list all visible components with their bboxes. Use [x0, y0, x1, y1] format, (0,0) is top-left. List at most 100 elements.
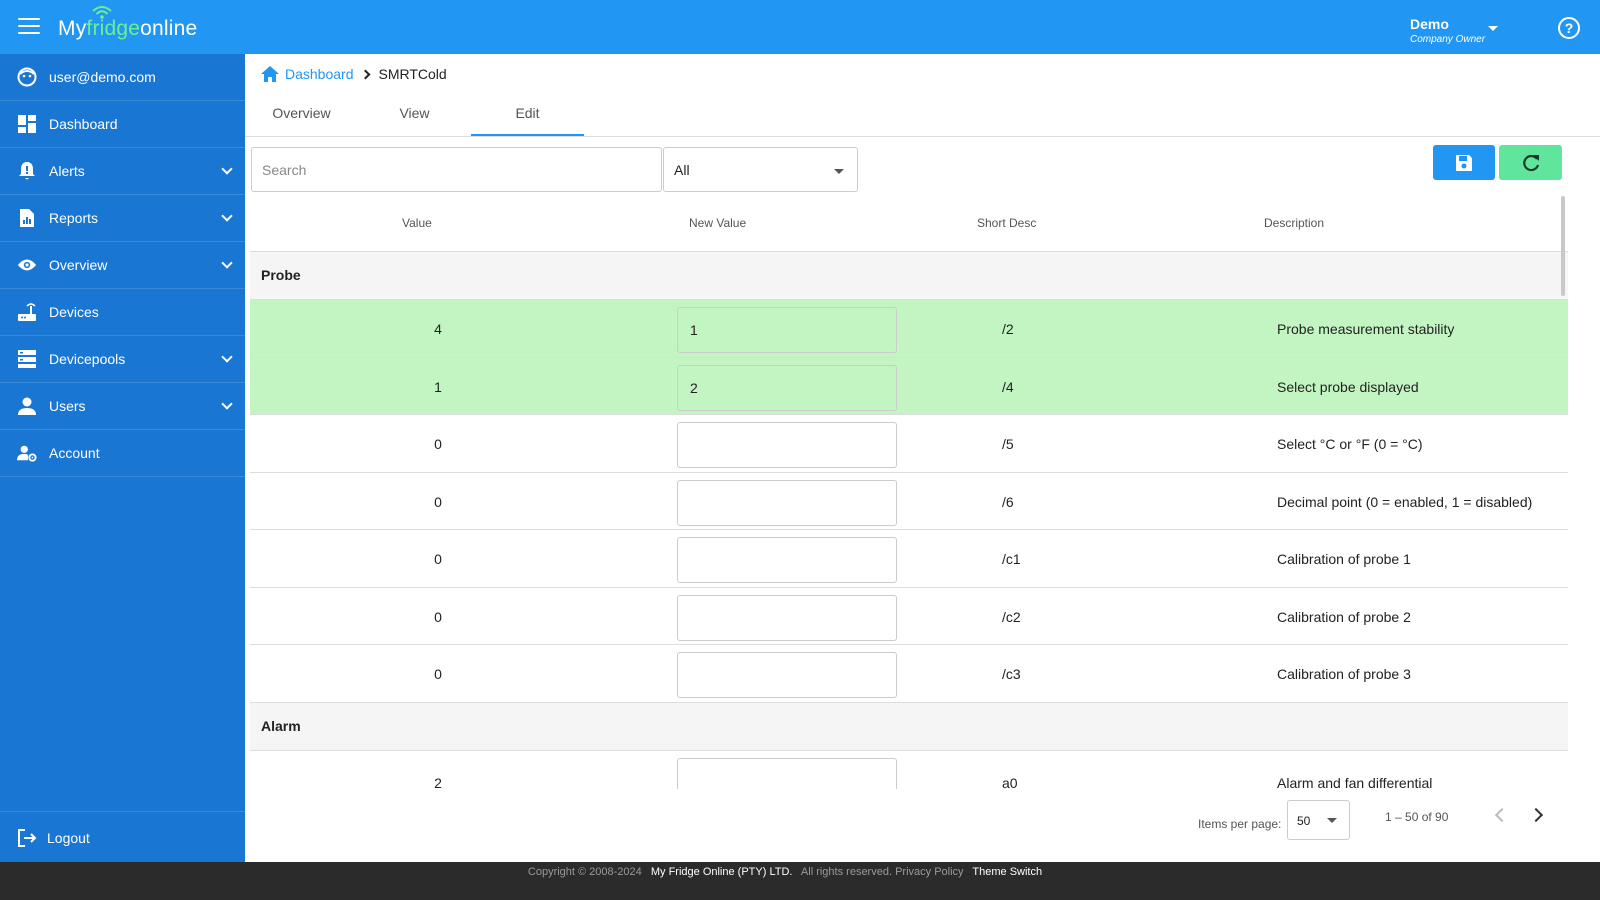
cell-description: Calibration of probe 2: [1277, 608, 1411, 625]
save-button[interactable]: [1433, 145, 1495, 180]
main-content: Dashboard SMRTCold Overview View Edit Al…: [245, 54, 1600, 862]
cell-description: Decimal point (0 = enabled, 1 = disabled…: [1277, 493, 1533, 510]
chevron-down-icon[interactable]: [221, 257, 233, 269]
cell-short-desc: /c3: [1002, 666, 1021, 682]
sidebar-item-alerts[interactable]: Alerts: [0, 148, 245, 195]
router-icon: [17, 302, 37, 322]
refresh-button[interactable]: [1499, 145, 1562, 180]
cell-value: 0: [434, 436, 442, 452]
logo-text-my: My: [58, 17, 87, 40]
sidebar-item-user[interactable]: user@demo.com: [0, 54, 245, 101]
bell-alert-icon: [17, 161, 37, 181]
sidebar: user@demo.com Dashboard Alerts Reports O…: [0, 54, 245, 880]
cell-description: Calibration of probe 1: [1277, 551, 1411, 567]
save-icon: [1456, 154, 1472, 171]
sidebar-item-dashboard[interactable]: Dashboard: [0, 101, 245, 148]
home-icon[interactable]: [261, 66, 279, 82]
paginator: Items per page: 50 1 – 50 of 90: [245, 796, 1600, 842]
previous-page-icon[interactable]: [1494, 807, 1510, 823]
footer-theme-switch[interactable]: Theme Switch: [972, 866, 1042, 878]
cell-description: Select probe displayed: [1277, 378, 1419, 395]
report-icon: [17, 208, 37, 228]
sidebar-item-reports[interactable]: Reports: [0, 195, 245, 242]
cell-description: Select °C or °F (0 = °C): [1277, 436, 1423, 452]
items-per-page-select[interactable]: 50: [1287, 800, 1350, 840]
cell-short-desc: /4: [1002, 378, 1014, 395]
cell-description: Alarm and fan differential: [1277, 774, 1433, 790]
items-per-page-value: 50: [1297, 814, 1311, 828]
group-row-alarm: Alarm: [250, 702, 1568, 751]
column-header-value[interactable]: Value: [402, 216, 432, 230]
sidebar-item-label: Account: [49, 445, 100, 461]
dashboard-icon: [17, 114, 37, 134]
next-page-icon[interactable]: [1528, 807, 1544, 823]
new-value-input[interactable]: [677, 422, 897, 468]
cell-short-desc: /c1: [1002, 551, 1021, 567]
footer-privacy-link[interactable]: Privacy Policy: [895, 866, 963, 878]
sidebar-item-label: Devicepools: [49, 351, 126, 367]
cell-description: Probe measurement stability: [1277, 321, 1455, 337]
breadcrumb-dashboard-link[interactable]: Dashboard: [285, 66, 354, 82]
new-value-input[interactable]: [677, 364, 897, 411]
footer-copyright: Copyright © 2008-2024: [527, 866, 642, 878]
cell-value: 4: [434, 321, 442, 337]
cell-value: 0: [434, 493, 442, 510]
tab-bar: Overview View Edit: [245, 90, 1600, 137]
chevron-down-icon[interactable]: [221, 351, 233, 363]
search-input[interactable]: [251, 147, 662, 192]
chevron-down-icon[interactable]: [221, 398, 233, 410]
top-app-bar: Myfridgeonline Demo Company Owner ?: [0, 0, 1600, 54]
table-scrollbar[interactable]: [1561, 196, 1565, 296]
sidebar-item-devices[interactable]: Devices: [0, 289, 245, 336]
new-value-input[interactable]: [677, 652, 897, 698]
help-icon[interactable]: ?: [1558, 17, 1580, 39]
column-header-description[interactable]: Description: [1264, 216, 1324, 230]
account-settings-icon: [17, 443, 37, 463]
sidebar-item-devicepools[interactable]: Devicepools: [0, 336, 245, 383]
sidebar-item-users[interactable]: Users: [0, 383, 245, 430]
column-header-new-value[interactable]: New Value: [689, 216, 746, 230]
eye-icon: [17, 255, 37, 275]
filter-selected-value: All: [674, 162, 690, 178]
logout-button[interactable]: Logout: [0, 811, 245, 863]
filter-select[interactable]: All: [663, 147, 858, 192]
cell-value: 0: [434, 608, 442, 625]
table-row: 0 /6 Decimal point (0 = enabled, 1 = dis…: [250, 473, 1568, 530]
table-header: Value New Value Short Desc Description: [250, 196, 1568, 252]
new-value-input[interactable]: [677, 307, 897, 353]
new-value-input[interactable]: [677, 594, 897, 641]
cell-short-desc: a0: [1002, 774, 1018, 790]
cell-value: 1: [434, 378, 442, 395]
chevron-right-icon: [360, 69, 370, 79]
tab-edit[interactable]: Edit: [471, 90, 584, 136]
tab-overview[interactable]: Overview: [245, 90, 358, 136]
logout-label: Logout: [47, 829, 90, 846]
user-menu[interactable]: Demo Company Owner: [1410, 16, 1510, 48]
sidebar-item-account[interactable]: Account: [0, 430, 245, 477]
sidebar-item-label: Overview: [49, 257, 108, 273]
sidebar-item-overview[interactable]: Overview: [0, 242, 245, 289]
tab-view[interactable]: View: [358, 90, 471, 136]
chevron-down-icon[interactable]: [221, 210, 233, 222]
new-value-input[interactable]: [677, 537, 897, 583]
app-logo[interactable]: Myfridgeonline: [58, 6, 197, 41]
user-role: Company Owner: [1410, 34, 1486, 45]
cell-short-desc: /2: [1002, 321, 1014, 337]
table-row: 4 /2 Probe measurement stability: [250, 300, 1568, 358]
caret-down-icon: [1488, 26, 1498, 31]
hamburger-menu-icon[interactable]: [18, 18, 40, 36]
cell-description: Calibration of probe 3: [1277, 666, 1411, 682]
sidebar-item-label: Reports: [49, 210, 99, 226]
table-row: 0 /5 Select °C or °F (0 = °C): [250, 415, 1568, 473]
caret-down-icon: [1327, 818, 1337, 823]
breadcrumb: Dashboard SMRTCold: [261, 64, 447, 84]
items-per-page-label: Items per page:: [1198, 817, 1282, 831]
new-value-input[interactable]: [677, 479, 897, 526]
new-value-input[interactable]: [677, 757, 897, 789]
chevron-down-icon[interactable]: [221, 163, 233, 175]
storage-icon: [17, 349, 37, 369]
page-range-label: 1 – 50 of 90: [1385, 810, 1449, 824]
footer-rights: All rights reserved.: [800, 866, 893, 878]
cell-short-desc: /5: [1002, 436, 1014, 452]
column-header-short-desc[interactable]: Short Desc: [977, 216, 1036, 230]
